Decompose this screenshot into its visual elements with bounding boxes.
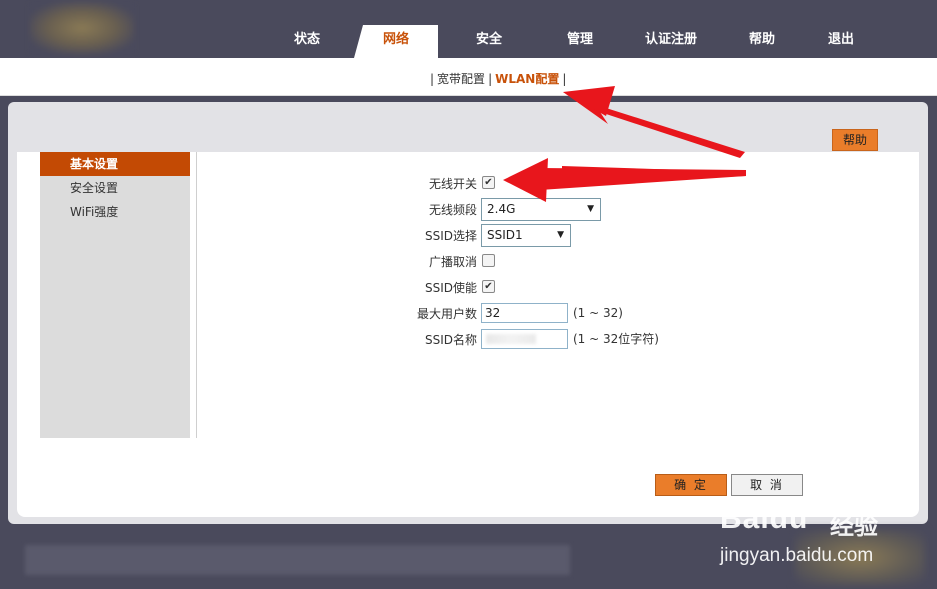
sidebar-divider — [196, 152, 197, 438]
sidebar-item-security-settings[interactable]: 安全设置 — [40, 176, 190, 200]
row-ssid-enable: SSID使能 — [357, 277, 477, 301]
watermark-url: jingyan.baidu.com — [720, 545, 874, 566]
max-users-hint: (1 ~ 32) — [573, 306, 623, 320]
row-broadcast-cancel: 广播取消 — [357, 251, 477, 275]
baidu-jingyan-watermark: Baidu 经验 jingyan.baidu.com — [720, 490, 920, 580]
footer-blurred — [25, 545, 570, 575]
band-select[interactable]: 2.4G ▼ — [481, 198, 601, 221]
ssid-select-value: SSID1 — [487, 228, 523, 242]
chevron-down-icon: ▼ — [557, 230, 564, 240]
baidu-logo: Baidu — [720, 502, 809, 535]
ssid-enable-checkbox[interactable]: ✔ — [482, 280, 495, 293]
confirm-button[interactable]: 确 定 — [655, 474, 727, 496]
sidebar-item-basic-settings[interactable]: 基本设置 — [40, 152, 190, 176]
subnav-broadband-config[interactable]: 宽带配置 — [437, 72, 485, 86]
logo-blurred — [30, 2, 134, 54]
max-users-input[interactable]: 32 — [481, 303, 568, 323]
row-max-users: 最大用户数 — [357, 303, 477, 327]
tab-auth-register[interactable]: 认证注册 — [634, 25, 708, 58]
watermark-text: 经验 — [830, 513, 878, 540]
tab-security[interactable]: 安全 — [460, 25, 518, 58]
band-select-value: 2.4G — [487, 202, 516, 216]
broadcast-cancel-checkbox[interactable] — [482, 254, 495, 267]
help-button[interactable]: 帮助 — [832, 129, 878, 151]
ssid-name-label: SSID名称 — [424, 333, 477, 347]
main-panel: 帮助 基本设置 安全设置 WiFi强度 无线开关 ✔ 无线频段 2.4G ▼ S… — [8, 102, 928, 524]
tab-logout[interactable]: 退出 — [812, 25, 870, 58]
row-ssid-select: SSID选择 — [357, 225, 477, 249]
subnav-links: | 宽带配置 | WLAN配置 | — [427, 70, 569, 87]
broadcast-cancel-label: 广播取消 — [428, 255, 477, 269]
subnav-separator: | — [488, 72, 493, 86]
band-label: 无线频段 — [428, 203, 477, 217]
subnav-wlan-config[interactable]: WLAN配置 — [495, 72, 559, 86]
wireless-switch-checkbox[interactable]: ✔ — [482, 176, 495, 189]
sidebar-menu: 基本设置 安全设置 WiFi强度 — [40, 152, 190, 438]
ssid-name-redacted — [486, 334, 536, 344]
tab-status[interactable]: 状态 — [277, 25, 337, 58]
row-wireless-switch: 无线开关 — [357, 173, 477, 197]
chevron-down-icon: ▼ — [587, 204, 594, 214]
ssid-name-input[interactable] — [481, 329, 568, 349]
ssid-name-hint: (1 ~ 32位字符) — [573, 332, 659, 346]
content-area: 基本设置 安全设置 WiFi强度 无线开关 ✔ 无线频段 2.4G ▼ SSID… — [17, 152, 919, 517]
tab-management[interactable]: 管理 — [550, 25, 610, 58]
ssid-enable-label: SSID使能 — [424, 281, 477, 295]
row-band: 无线频段 — [357, 199, 477, 223]
ssid-select-label: SSID选择 — [424, 229, 477, 243]
max-users-label: 最大用户数 — [416, 307, 477, 321]
top-navigation-bar: 状态 网络 安全 管理 认证注册 帮助 退出 — [0, 0, 937, 58]
subnav-separator: | — [562, 72, 567, 86]
tab-network[interactable]: 网络 — [354, 25, 438, 58]
ssid-select[interactable]: SSID1 ▼ — [481, 224, 571, 247]
tab-help[interactable]: 帮助 — [733, 25, 791, 58]
subnav-separator: | — [430, 72, 435, 86]
sub-navigation: | 宽带配置 | WLAN配置 | — [0, 58, 937, 96]
sidebar-item-wifi-strength[interactable]: WiFi强度 — [40, 200, 190, 224]
wireless-switch-label: 无线开关 — [428, 177, 477, 191]
row-ssid-name: SSID名称 — [357, 329, 477, 353]
